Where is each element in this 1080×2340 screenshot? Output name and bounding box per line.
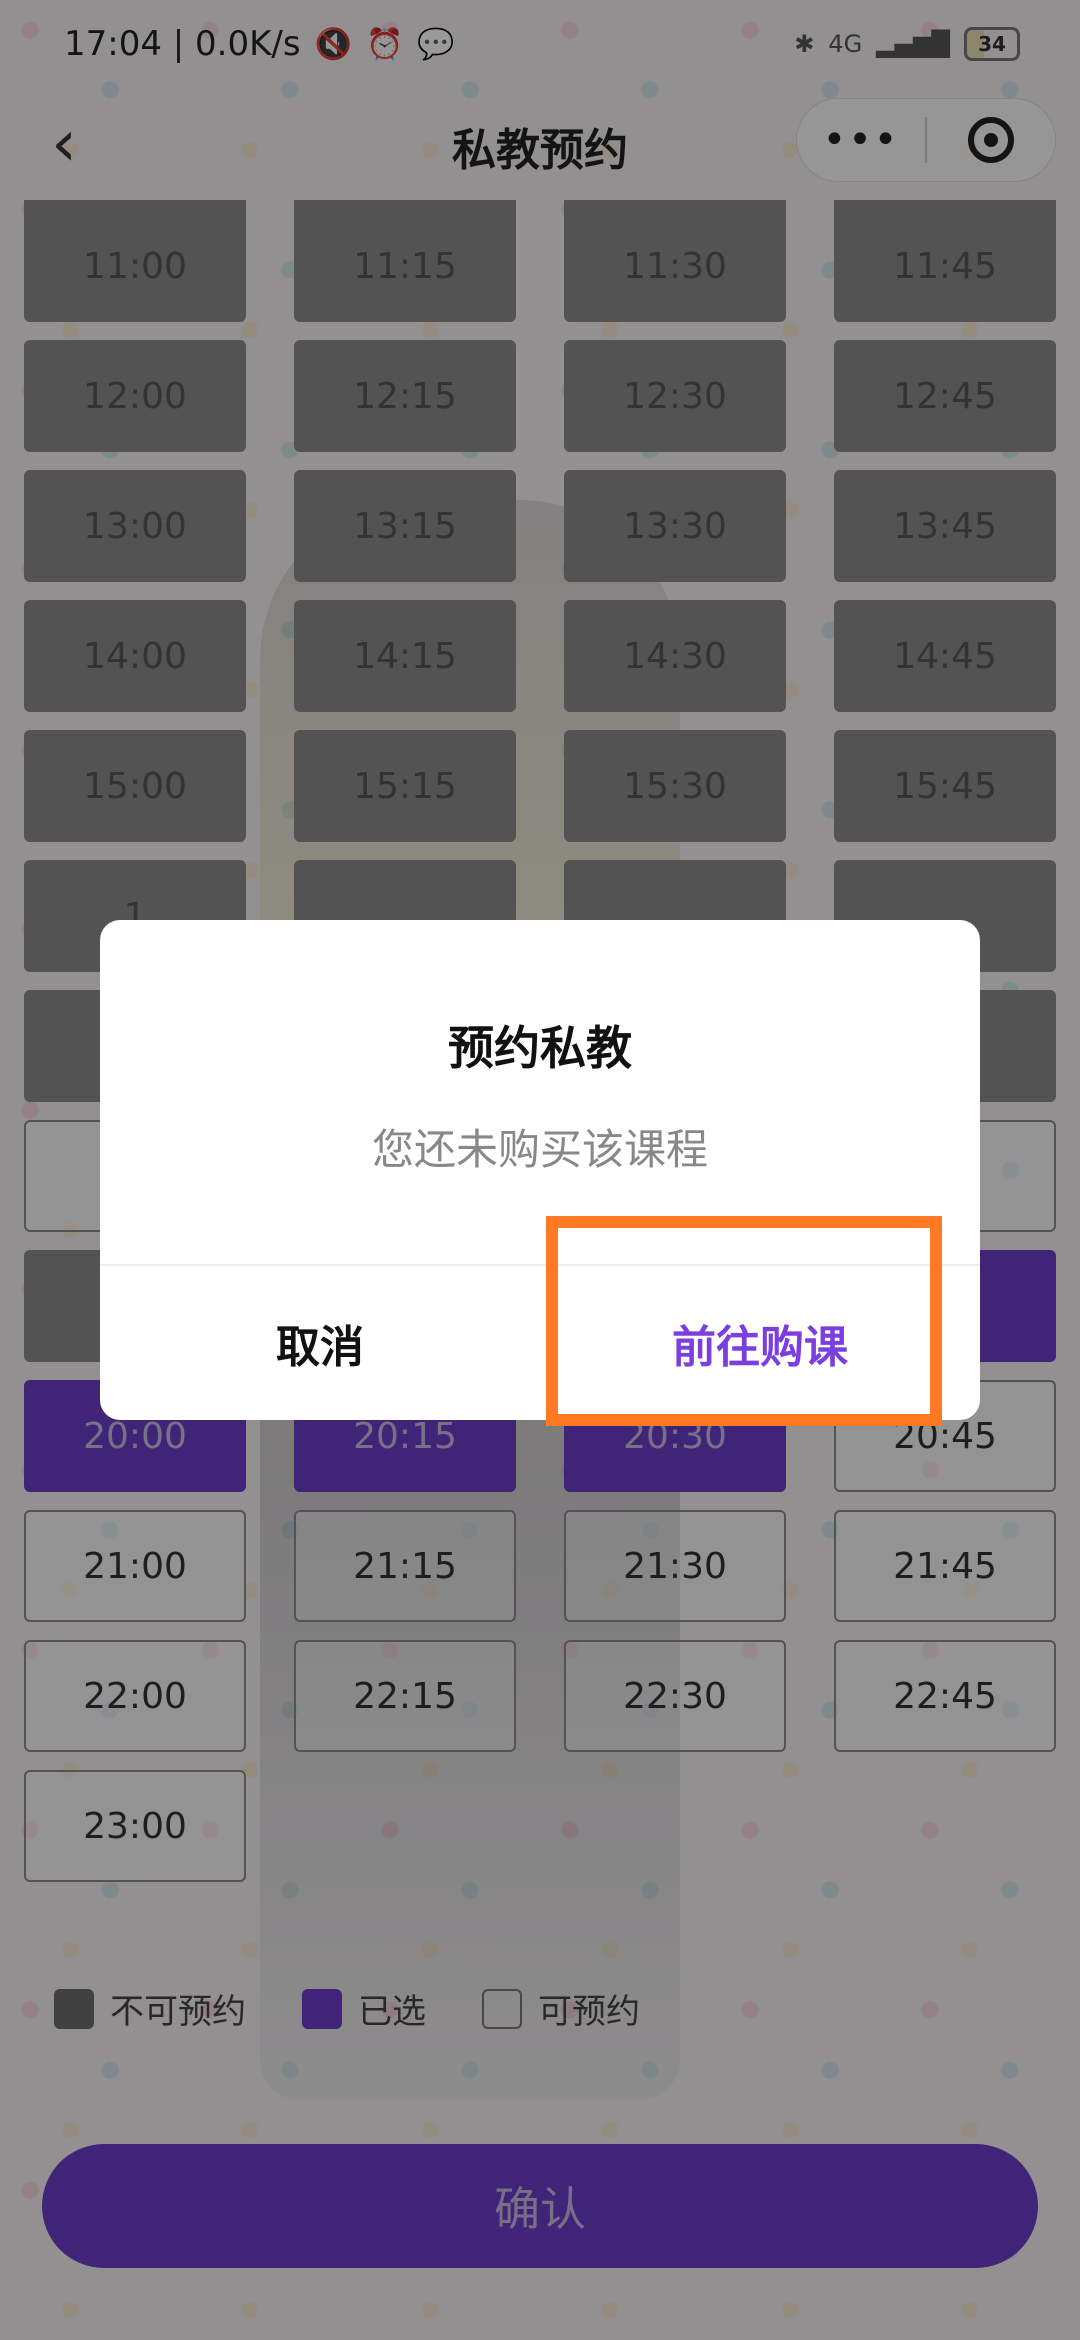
dialog-message: 您还未购买该课程 <box>371 1125 708 1174</box>
dialog-title: 预约私教 <box>448 1021 632 1075</box>
cancel-button[interactable]: 取消 <box>100 1266 540 1420</box>
highlight-box <box>546 1216 942 1426</box>
